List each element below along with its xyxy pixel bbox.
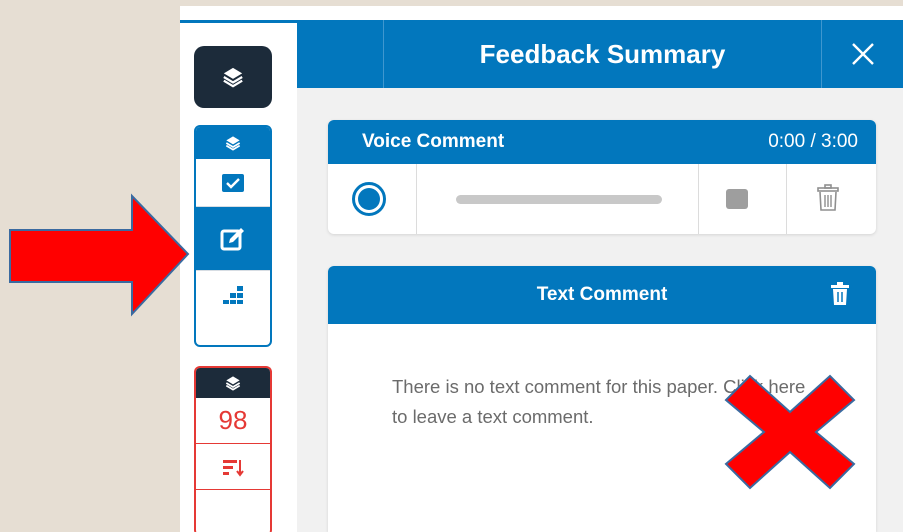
- record-icon: [358, 188, 380, 210]
- voice-comment-title: Voice Comment: [362, 131, 505, 152]
- control-divider: [416, 164, 417, 234]
- sort-icon: [223, 459, 244, 477]
- delete-text-button[interactable]: [830, 282, 850, 312]
- close-button[interactable]: [822, 20, 903, 88]
- grading-tools-header: [196, 127, 270, 159]
- sort-tool[interactable]: [196, 444, 270, 490]
- layers-button[interactable]: [194, 46, 272, 108]
- edit-icon: [220, 227, 244, 250]
- panel-title: Feedback Summary: [479, 38, 726, 69]
- feedback-panel-header: Feedback Summary: [297, 20, 903, 88]
- comment-tool[interactable]: [196, 207, 270, 271]
- score-display[interactable]: 98: [196, 398, 270, 444]
- text-comment-card: Text Comment There is no text comment fo…: [328, 266, 876, 532]
- grading-tools-group: [194, 125, 272, 347]
- score-group: 98: [194, 366, 272, 532]
- delete-voice-button[interactable]: [816, 184, 844, 214]
- score-value: 98: [218, 405, 248, 435]
- close-icon: [851, 43, 874, 65]
- layers-icon: [223, 67, 243, 88]
- empty-text-comment-message[interactable]: There is no text comment for this paper.…: [392, 372, 812, 432]
- red-arrow-annotation: [9, 193, 190, 317]
- record-button[interactable]: [352, 182, 386, 216]
- text-comment-header: Text Comment: [328, 266, 876, 324]
- rubric-tool[interactable]: [196, 271, 270, 319]
- voice-comment-card: Voice Comment 0:00 / 3:00: [328, 120, 876, 234]
- check-icon: [222, 173, 244, 192]
- checkmark-tool[interactable]: [196, 159, 270, 207]
- stop-button[interactable]: [726, 189, 748, 209]
- control-divider: [698, 164, 699, 234]
- rubric-grid-icon: [223, 286, 243, 304]
- trash-icon: [831, 282, 849, 305]
- trash-icon: [817, 184, 839, 211]
- voice-comment-time: 0:00 / 3:00: [768, 131, 858, 152]
- layers-icon: [225, 376, 241, 391]
- score-group-header: [196, 368, 270, 398]
- text-comment-title: Text Comment: [536, 284, 668, 305]
- playback-progress-bar[interactable]: [456, 195, 662, 204]
- layers-icon: [225, 136, 241, 151]
- voice-controls: [328, 164, 876, 234]
- voice-comment-header: Voice Comment 0:00 / 3:00: [328, 120, 876, 164]
- control-divider: [786, 164, 787, 234]
- top-accent-line: [180, 20, 297, 23]
